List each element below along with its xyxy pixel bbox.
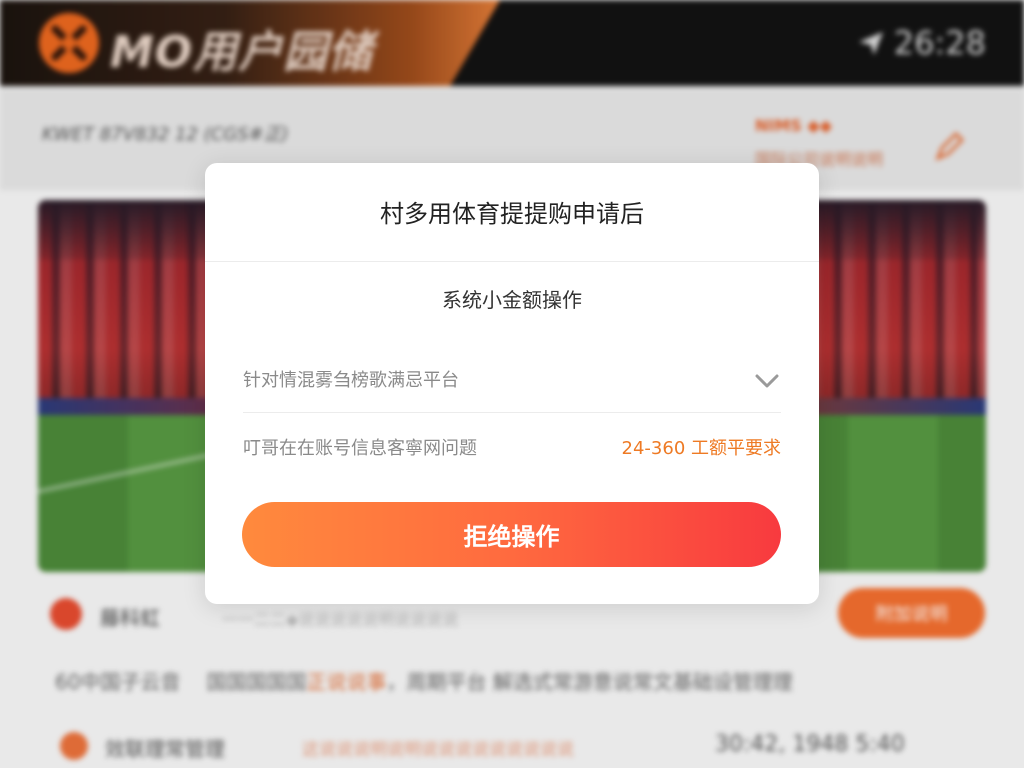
confirm-dialog: 村多用体育提提购申请后 系统小金额操作 针对情混雾刍榜歌满忌平台 叮哥在在账号信…	[205, 163, 819, 604]
divider	[243, 412, 781, 413]
dialog-subtitle: 系统小金额操作	[442, 288, 582, 312]
select-value: 针对情混雾刍榜歌满忌平台	[243, 370, 459, 391]
reject-button[interactable]: 拒绝操作	[242, 502, 781, 567]
info-requirement: 24-360 工额平要求	[621, 438, 781, 459]
platform-select[interactable]: 针对情混雾刍榜歌满忌平台	[243, 365, 781, 397]
chevron-down-icon[interactable]	[753, 369, 781, 393]
divider	[205, 261, 819, 262]
info-label: 叮哥在在账号信息客寧网问题	[243, 438, 477, 459]
dialog-title: 村多用体育提提购申请后	[380, 200, 644, 228]
